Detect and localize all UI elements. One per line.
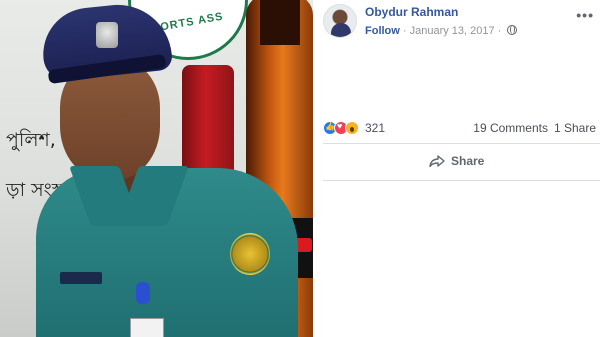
post-sidebar: Obydur Rahman Follow · January 13, 2017 … bbox=[313, 0, 600, 337]
cap-badge bbox=[96, 22, 118, 48]
author-avatar[interactable] bbox=[323, 4, 357, 38]
comments-link[interactable]: 19 Comments bbox=[473, 121, 548, 135]
more-options-icon[interactable]: ••• bbox=[576, 7, 594, 23]
meta-separator-2: · bbox=[494, 25, 505, 37]
reaction-count: 321 bbox=[365, 121, 386, 135]
share-button[interactable]: Share bbox=[429, 154, 484, 168]
globe-icon bbox=[507, 25, 518, 35]
id-card bbox=[130, 318, 164, 337]
share-label: Share bbox=[451, 154, 485, 168]
bottle-neck bbox=[260, 0, 300, 45]
shares-link[interactable]: 1 Share bbox=[554, 121, 596, 135]
shoulder-patch bbox=[230, 233, 270, 275]
share-icon bbox=[429, 155, 445, 167]
pen bbox=[136, 282, 150, 304]
author-name[interactable]: Obydur Rahman bbox=[365, 5, 458, 19]
divider bbox=[323, 180, 600, 181]
reactions-summary[interactable]: 321 bbox=[323, 119, 385, 137]
divider bbox=[323, 143, 600, 144]
post-date[interactable]: January 13, 2017 bbox=[410, 25, 495, 37]
name-tag bbox=[60, 272, 102, 284]
engagement-counts: 19 Comments 1 Share bbox=[473, 121, 596, 135]
post-photo[interactable]: ORTS ASS পুলিশ, সিলে ড়া সংস্থা । bbox=[0, 0, 313, 337]
post-meta: Follow · January 13, 2017 · bbox=[365, 25, 518, 37]
wow-icon bbox=[345, 121, 359, 135]
follow-link[interactable]: Follow bbox=[365, 25, 400, 37]
meta-separator: · bbox=[399, 25, 410, 37]
